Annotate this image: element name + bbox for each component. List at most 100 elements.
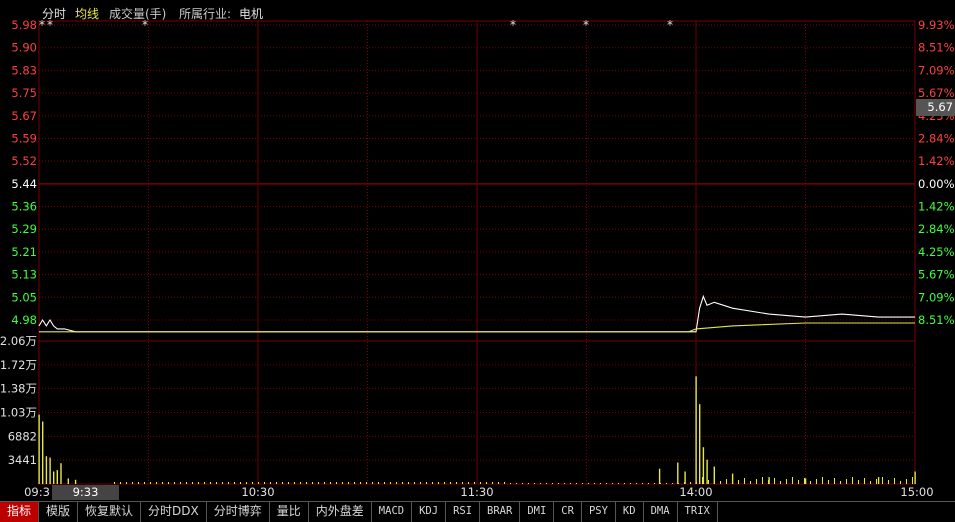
volume-bar [222, 482, 223, 484]
volume-bar [786, 479, 787, 484]
price-tick-label: 5.05 [11, 290, 37, 304]
volume-bar [678, 483, 679, 484]
volume-tick-label: 1.03万 [0, 406, 37, 420]
volume-bar [882, 477, 883, 484]
volume-bar [198, 482, 199, 484]
volume-bar [53, 471, 55, 484]
percent-tick-label: 1.42% [918, 154, 955, 168]
event-marker[interactable]: * [142, 18, 148, 32]
volume-bar [804, 478, 807, 484]
price-tick-label: 4.98 [11, 313, 37, 327]
volume-bar [756, 479, 757, 484]
volume-bar [906, 479, 907, 484]
volume-bar [576, 483, 577, 484]
volume-bar [558, 483, 559, 484]
volume-bar [588, 483, 589, 484]
volume-bar [822, 477, 823, 484]
volume-bar [300, 482, 301, 484]
price-tick-label: 5.36 [11, 200, 37, 214]
volume-bar [660, 483, 661, 484]
event-marker[interactable]: * [510, 18, 516, 32]
volume-bar [234, 482, 235, 484]
volume-bar [144, 482, 145, 484]
percent-tick-label: 4.25% [918, 245, 955, 259]
indicator-tab[interactable]: 分时DDX [141, 502, 207, 522]
volume-bar [816, 479, 817, 484]
indicator-tab[interactable]: MACD [372, 502, 413, 522]
percent-tick-label: 1.42% [918, 200, 955, 214]
indicator-tab[interactable]: 恢复默认 [78, 502, 142, 522]
volume-bar [402, 482, 403, 484]
volume-bar [900, 481, 901, 484]
volume-bar [462, 482, 463, 484]
event-marker[interactable]: * [667, 18, 673, 32]
time-tick-label: 14:00 [679, 485, 712, 499]
indicator-tab[interactable]: KDJ [412, 502, 447, 522]
indicator-tab[interactable]: 模版 [39, 502, 79, 522]
volume-bar [852, 477, 853, 484]
volume-bar [810, 481, 811, 484]
price-tick-label: 5.29 [11, 222, 37, 236]
indicator-tab[interactable]: TRIX [678, 502, 718, 522]
volume-bar [706, 459, 708, 484]
volume-bar [846, 479, 847, 484]
volume-bar [540, 483, 541, 484]
volume-bar [354, 482, 355, 484]
volume-bar [318, 482, 319, 484]
volume-bar [570, 483, 571, 484]
volume-bar [864, 478, 865, 484]
event-marker[interactable]: * [583, 18, 589, 32]
volume-bar [696, 482, 697, 484]
percent-tick-label: 7.09% [918, 290, 955, 304]
volume-bar [594, 483, 595, 484]
event-marker[interactable]: * [47, 18, 53, 32]
percent-tick-label: 2.84% [918, 131, 955, 145]
volume-bar [732, 477, 733, 484]
volume-bar [804, 478, 805, 484]
volume-bar [510, 483, 511, 484]
volume-bar [636, 483, 637, 484]
volume-bar [390, 482, 391, 484]
volume-bar [204, 482, 205, 484]
indicator-tab[interactable]: DMA [644, 502, 678, 522]
price-tick-label: 5.83 [11, 63, 37, 77]
volume-bar [774, 478, 775, 484]
indicator-tab[interactable]: CR [554, 502, 582, 522]
volume-bar [780, 481, 781, 484]
volume-bar [372, 482, 373, 484]
indicator-tab[interactable]: BRAR [480, 502, 521, 522]
indicator-tab[interactable]: 量比 [270, 502, 309, 522]
volume-bar [684, 482, 685, 484]
time-tick-label: 09:3 [24, 485, 50, 499]
volume-bar [492, 482, 493, 484]
volume-bar [408, 482, 409, 484]
volume-bar [38, 414, 40, 484]
price-tick-label: 5.75 [11, 86, 37, 100]
volume-bar [396, 482, 397, 484]
indicator-tab[interactable]: RSI [446, 502, 481, 522]
indicator-tab[interactable]: 内外盘差 [309, 502, 372, 522]
volume-bar [828, 480, 829, 484]
volume-bar [312, 482, 313, 484]
volume-bar [486, 482, 487, 484]
volume-bar [186, 482, 187, 484]
indicator-tab[interactable]: DMI [520, 502, 555, 522]
indicator-tab[interactable]: 分时博弈 [207, 502, 270, 522]
volume-bar [360, 482, 361, 484]
volume-bar [426, 482, 427, 484]
volume-bar [504, 482, 505, 484]
volume-bar [306, 482, 307, 484]
intraday-chart[interactable]: 5.98 5.90 5.83 5.75 5.67 5.59 5.52 5.44 5.36 5.29… [0, 0, 955, 501]
volume-bar [246, 482, 247, 484]
indicator-tab[interactable]: KD [616, 502, 644, 522]
percent-tick-label: 9.93% [918, 18, 955, 32]
volume-bar [624, 483, 625, 484]
volume-bar [677, 462, 679, 484]
volume-bar [162, 482, 163, 484]
volume-bar [192, 482, 193, 484]
indicator-tab[interactable]: PSY [582, 502, 616, 522]
event-marker[interactable]: * [39, 18, 45, 32]
volume-bar [228, 482, 229, 484]
indicator-tab[interactable]: 指标 [0, 502, 40, 522]
volume-bar [210, 482, 211, 484]
